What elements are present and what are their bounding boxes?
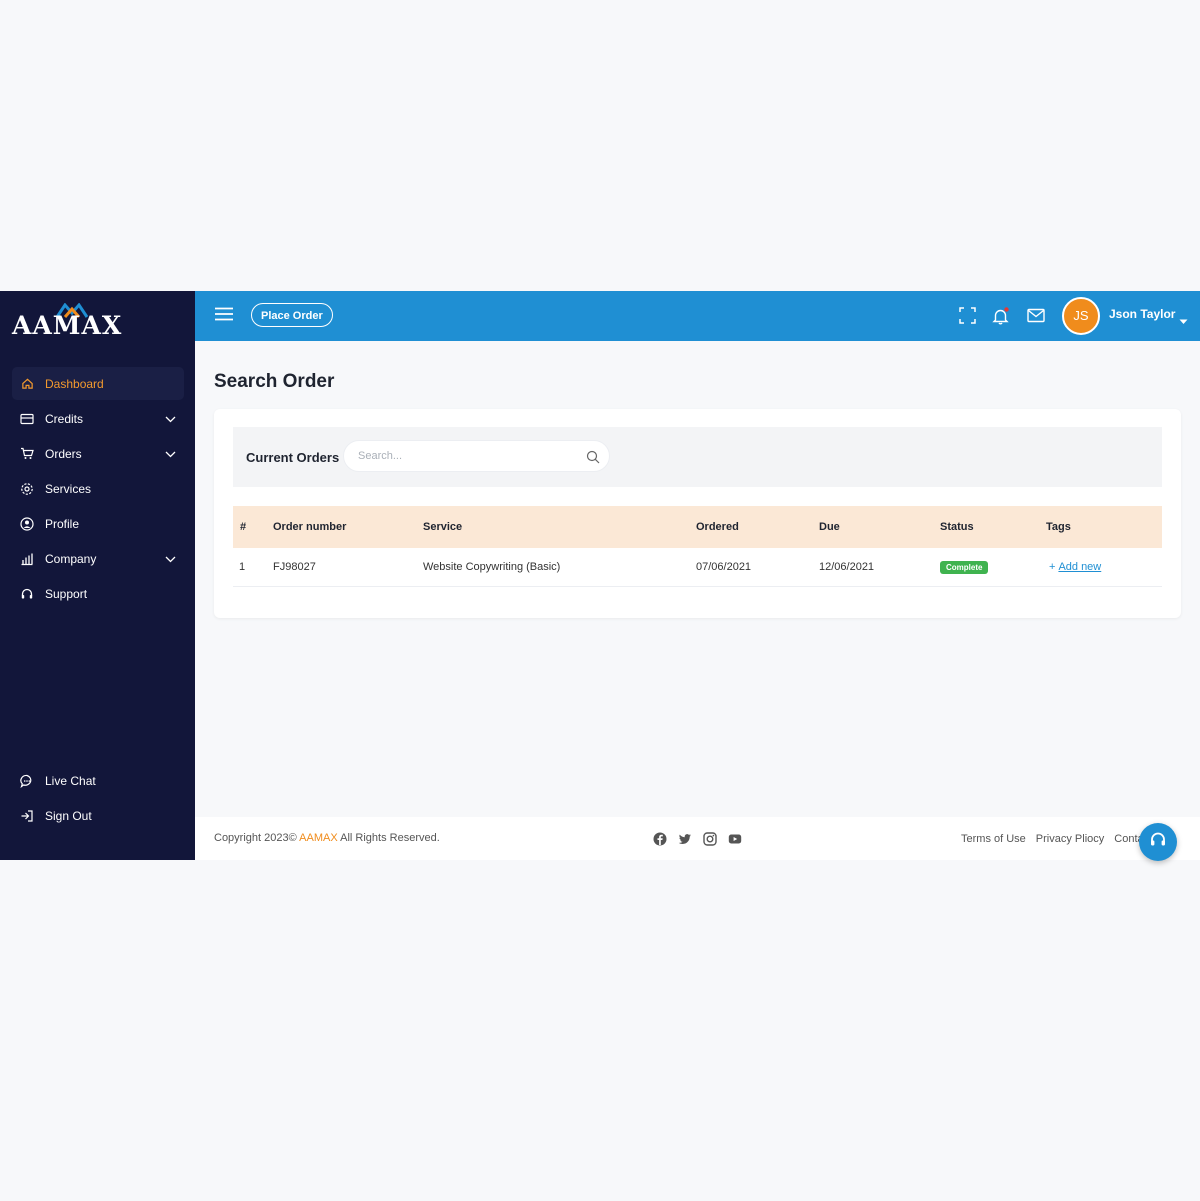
- copyright-suffix: All Rights Reserved.: [340, 832, 440, 844]
- social-links: [653, 832, 742, 851]
- sign-out-icon: [20, 809, 34, 823]
- sidebar-item-label: Credits: [45, 411, 84, 426]
- avatar[interactable]: JS: [1062, 297, 1100, 335]
- sidebar-item-label: Live Chat: [45, 773, 96, 788]
- plus-icon: +: [1049, 561, 1056, 573]
- due-date: 12/06/2021: [819, 561, 875, 573]
- sidebar-item-credits[interactable]: Credits: [12, 402, 184, 435]
- home-icon: [20, 377, 34, 391]
- search-box[interactable]: [343, 440, 610, 472]
- terms-link[interactable]: Terms of Use: [961, 833, 1026, 845]
- copyright-brand[interactable]: AAMAX: [299, 832, 338, 844]
- instagram-icon[interactable]: [703, 832, 717, 851]
- page-title: Search Order: [214, 371, 335, 392]
- card-header: Current Orders: [233, 427, 1162, 487]
- sidebar-item-label: Orders: [45, 446, 82, 461]
- column-header: Order number: [273, 521, 347, 533]
- sidebar-item-label: Dashboard: [45, 376, 104, 391]
- orders-card: Current Orders # Order number Service Or…: [214, 409, 1181, 618]
- sidebar-item-orders[interactable]: Orders: [12, 437, 184, 470]
- sidebar-item-company[interactable]: Company: [12, 542, 184, 575]
- sidebar-item-sign-out[interactable]: Sign Out: [12, 799, 184, 832]
- sidebar-item-live-chat[interactable]: Live Chat: [12, 764, 184, 797]
- topbar: Place Order JS Json Taylor: [195, 291, 1200, 341]
- sidebar-item-label: Support: [45, 586, 88, 601]
- copyright: Copyright 2023© AAMAX All Rights Reserve…: [214, 832, 440, 844]
- search-input[interactable]: [356, 449, 580, 463]
- footer-links: Terms of Use Privacy Pliocy Contacts: [961, 833, 1158, 845]
- user-name[interactable]: Json Taylor: [1109, 307, 1175, 321]
- order-number: FJ98027: [273, 561, 316, 573]
- cart-icon: [20, 447, 34, 461]
- sidebar-item-services[interactable]: Services: [12, 472, 184, 505]
- row-number: 1: [239, 561, 246, 573]
- youtube-icon[interactable]: [728, 832, 742, 851]
- twitter-icon[interactable]: [678, 832, 692, 851]
- table-row[interactable]: 1 FJ98027 Website Copywriting (Basic) 07…: [233, 548, 1162, 587]
- column-header: Service: [423, 521, 463, 533]
- sidebar-item-support[interactable]: Support: [12, 577, 184, 610]
- app-shell: AAMAX Dashboard Credits Orders Services …: [0, 291, 1200, 860]
- copyright-prefix: Copyright 2023©: [214, 832, 297, 844]
- column-header: #: [240, 521, 247, 533]
- add-tag-link[interactable]: + Add new: [1049, 548, 1101, 586]
- user-circle-icon: [20, 516, 34, 531]
- service-name: Website Copywriting (Basic): [423, 561, 561, 573]
- gear-icon: [20, 482, 34, 496]
- card-icon: [20, 412, 34, 426]
- headset-icon: [20, 587, 34, 601]
- status-cell: Complete: [940, 548, 989, 586]
- chat-icon: [20, 774, 34, 788]
- column-header: Tags: [1046, 521, 1071, 533]
- privacy-link[interactable]: Privacy Pliocy: [1036, 833, 1104, 845]
- card-label: Current Orders: [246, 450, 340, 465]
- logo-text: AAMAX: [12, 311, 123, 340]
- sidebar-item-label: Services: [45, 481, 92, 496]
- sidebar-item-label: Company: [45, 551, 97, 566]
- search-icon[interactable]: [586, 450, 600, 469]
- mail-icon[interactable]: [1027, 308, 1045, 328]
- sidebar-item-profile[interactable]: Profile: [12, 507, 184, 540]
- chevron-down-icon: [165, 552, 176, 566]
- sidebar-item-label: Sign Out: [45, 808, 92, 823]
- place-order-button[interactable]: Place Order: [251, 303, 333, 327]
- ordered-date: 07/06/2021: [696, 561, 752, 573]
- logo[interactable]: AAMAX: [12, 303, 132, 343]
- headset-icon: [1149, 831, 1167, 854]
- sidebar-item-dashboard[interactable]: Dashboard: [12, 367, 184, 400]
- chart-icon: [20, 552, 34, 566]
- table-header: # Order number Service Ordered Due Statu…: [233, 506, 1162, 548]
- column-header: Ordered: [696, 521, 739, 533]
- add-tag-label: Add new: [1058, 561, 1102, 573]
- menu-icon[interactable]: [214, 307, 234, 326]
- chevron-down-icon: [165, 412, 176, 426]
- sidebar-item-label: Profile: [45, 516, 80, 531]
- fullscreen-icon[interactable]: [959, 307, 976, 329]
- column-header: Status: [940, 521, 974, 533]
- help-chat-button[interactable]: [1139, 823, 1177, 861]
- sidebar: AAMAX Dashboard Credits Orders Services …: [0, 291, 195, 860]
- bell-icon[interactable]: [992, 307, 1010, 330]
- status-badge: Complete: [940, 560, 989, 574]
- footer: Copyright 2023© AAMAX All Rights Reserve…: [195, 817, 1200, 860]
- facebook-icon[interactable]: [653, 832, 667, 851]
- chevron-down-icon: [165, 447, 176, 461]
- column-header: Due: [819, 521, 840, 533]
- chevron-down-icon[interactable]: [1179, 312, 1188, 330]
